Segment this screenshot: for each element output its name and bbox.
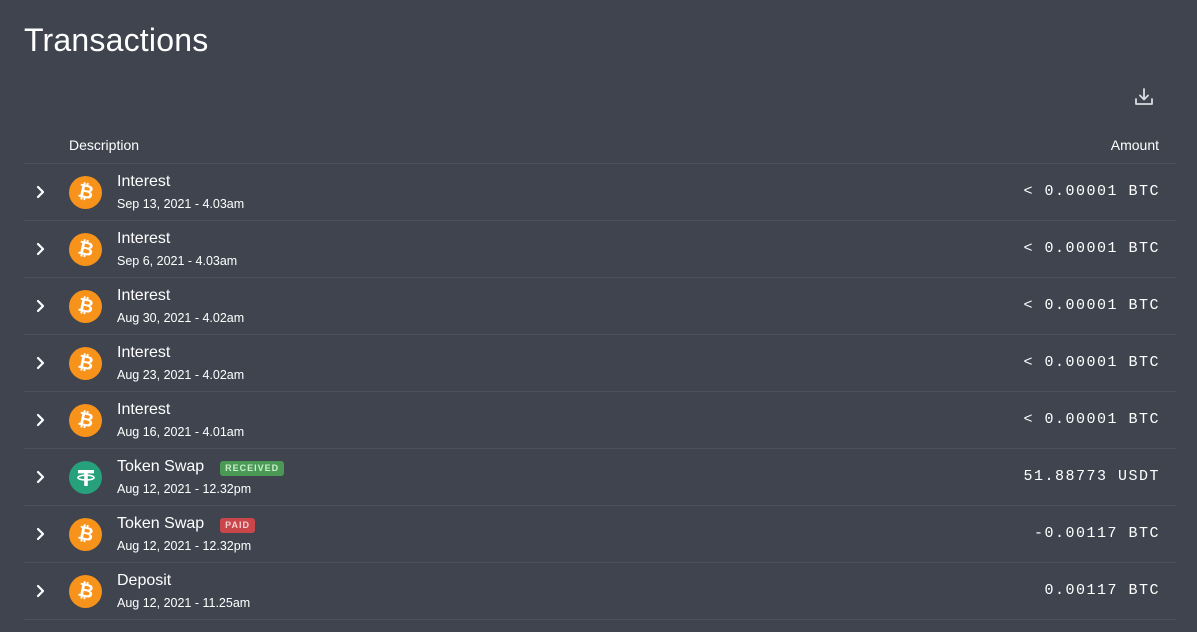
status-badge: PAID [220,517,256,533]
transaction-amount: -0.00117 BTC [1033,525,1160,542]
transaction-date: Sep 13, 2021 - 4.03am [117,197,245,211]
chevron-right-icon[interactable] [32,298,48,314]
status-badge: RECEIVED [220,460,285,476]
column-header-description: Description [69,137,140,153]
transaction-name: Interest [117,287,170,305]
bitcoin-icon: ₿ [69,233,102,266]
chevron-right-icon[interactable] [32,241,48,257]
transaction-date: Aug 16, 2021 - 4.01am [117,425,245,439]
transaction-date: Aug 12, 2021 - 11.25am [117,596,251,610]
transaction-name-label: Interest [117,230,171,247]
table-row[interactable]: ₿ Deposit Aug 12, 2021 - 11.25am 0.00117 BT… [24,563,1176,620]
transactions-page: Transactions Description Amount ₿ Interes… [0,0,1197,632]
table-row[interactable]: ₿ Interest Aug 23, 2021 - 4.02am < 0.00001 … [24,335,1176,392]
transaction-name-label: Deposit [117,572,172,589]
transaction-amount: < 0.00001 BTC [1023,297,1160,314]
transaction-amount: 0.00117 BTC [1044,582,1160,599]
bitcoin-icon: ₿ [69,575,102,608]
table-row[interactable]: ₿ Interest Aug 30, 2021 - 4.02am < 0.00001 … [24,278,1176,335]
transaction-name-label: Interest [117,344,171,361]
transaction-name: Token Swap RECEIVED [117,458,285,476]
transaction-name-label: Interest [117,287,171,304]
chevron-right-icon[interactable] [32,412,48,428]
transaction-amount: < 0.00001 BTC [1023,183,1160,200]
transaction-name: Token Swap PAID [117,515,256,533]
transaction-amount: 51.88773 USDT [1023,468,1160,485]
chevron-right-icon[interactable] [32,184,48,200]
chevron-right-icon[interactable] [32,469,48,485]
bitcoin-icon: ₿ [69,290,102,323]
transaction-date: Aug 30, 2021 - 4.02am [117,311,245,325]
table-row[interactable]: ₿ Interest Sep 6, 2021 - 4.03am < 0.00001 B… [24,221,1176,278]
transaction-date: Aug 23, 2021 - 4.02am [117,368,245,382]
transaction-amount: < 0.00001 BTC [1023,411,1160,428]
tether-icon [69,461,102,494]
transaction-name: Interest [117,344,170,362]
bitcoin-icon: ₿ [69,404,102,437]
transaction-date: Aug 12, 2021 - 12.32pm [117,482,252,496]
page-title: Transactions [24,22,209,58]
transaction-name: Interest [117,173,170,191]
transaction-name-label: Token Swap [117,458,205,475]
download-button[interactable] [1131,84,1157,110]
transaction-name-label: Interest [117,173,171,190]
table-header: Description Amount [24,126,1176,164]
chevron-right-icon[interactable] [32,355,48,371]
transaction-name-label: Token Swap [117,515,205,532]
bitcoin-icon: ₿ [69,347,102,380]
table-row[interactable]: ₿ Interest Sep 13, 2021 - 4.03am < 0.00001 … [24,164,1176,221]
download-icon [1135,88,1153,105]
transaction-date: Sep 6, 2021 - 4.03am [117,254,238,268]
table-row[interactable]: ₿ Interest Aug 16, 2021 - 4.01am < 0.00001 … [24,392,1176,449]
table-body: ₿ Interest Sep 13, 2021 - 4.03am < 0.00001 … [24,164,1176,620]
transaction-amount: < 0.00001 BTC [1023,240,1160,257]
transaction-name-label: Interest [117,401,171,418]
table-row[interactable]: Token Swap RECEIVED Aug 12, 2021 - 12.32pm… [24,449,1176,506]
chevron-right-icon[interactable] [32,526,48,542]
column-header-amount: Amount [1110,137,1159,153]
bitcoin-icon: ₿ [69,518,102,551]
bitcoin-icon: ₿ [69,176,102,209]
transaction-amount: < 0.00001 BTC [1023,354,1160,371]
chevron-right-icon[interactable] [32,583,48,599]
transaction-name: Interest [117,401,170,419]
table-row[interactable]: ₿ Token Swap PAID Aug 12, 2021 - 12.32pm -0.… [24,506,1176,563]
transaction-date: Aug 12, 2021 - 12.32pm [117,539,252,553]
transaction-name: Deposit [117,572,171,590]
transaction-name: Interest [117,230,170,248]
transactions-table: Description Amount ₿ Interest Sep 13, 2021… [24,126,1176,620]
